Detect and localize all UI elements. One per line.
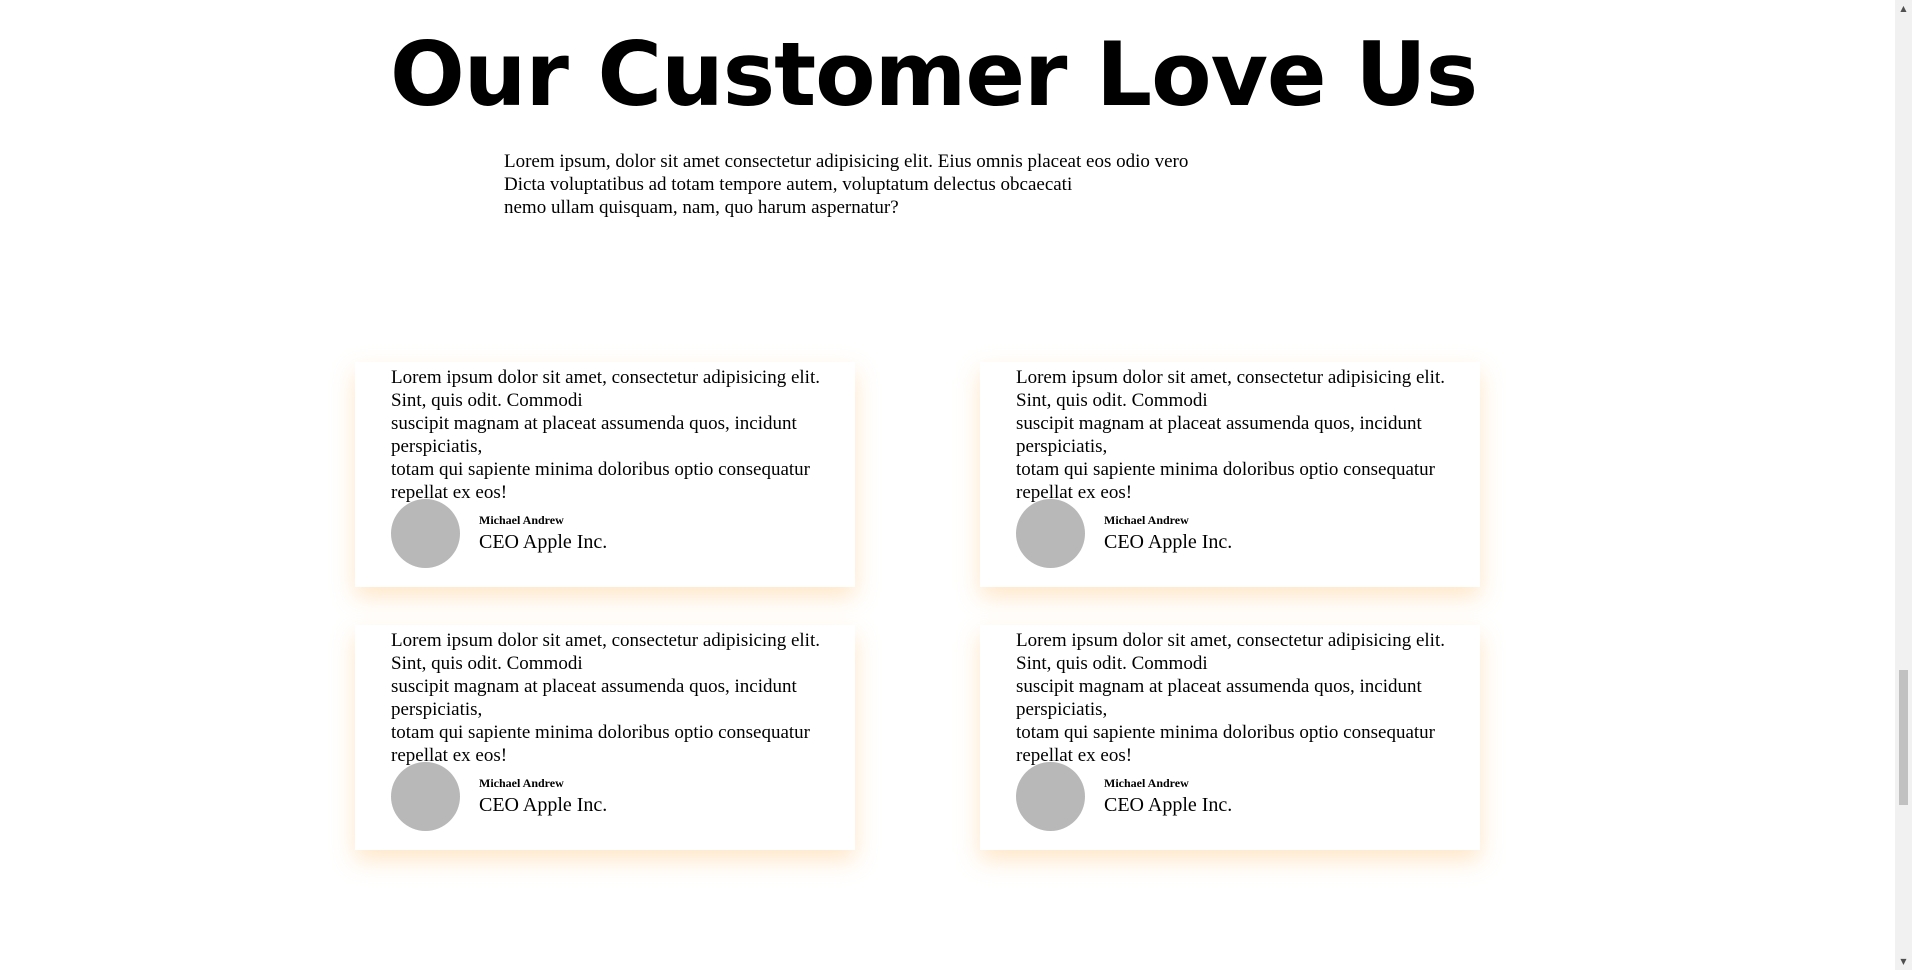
avatar [391, 762, 460, 831]
triangle-up-icon[interactable]: ▲ [1895, 0, 1912, 17]
section-intro: Lorem ipsum, dolor sit amet consectetur … [504, 150, 1304, 219]
avatar [1016, 762, 1085, 831]
testimonial-line: totam qui sapiente minima doloribus opti… [391, 722, 810, 743]
scrollbar-thumb[interactable] [1899, 670, 1908, 805]
testimonial-card: Lorem ipsum dolor sit amet, consectetur … [355, 625, 855, 850]
testimonial-line: Sint, quis odit. Commodi [391, 390, 583, 411]
avatar [1016, 499, 1085, 568]
author-name: Michael Andrew [1104, 776, 1189, 790]
testimonial-line: Lorem ipsum dolor sit amet, consectetur … [1016, 367, 1445, 388]
testimonial-line: totam qui sapiente minima doloribus opti… [1016, 722, 1435, 743]
testimonial-line: repellat ex eos! [1016, 745, 1133, 766]
triangle-down-icon[interactable]: ▼ [1895, 953, 1912, 970]
testimonial-line: totam qui sapiente minima doloribus opti… [1016, 459, 1435, 480]
testimonial-line: Lorem ipsum dolor sit amet, consectetur … [1016, 630, 1445, 651]
testimonial-line: perspiciatis, [1016, 699, 1108, 720]
author-role: CEO Apple Inc. [1104, 794, 1233, 816]
testimonial-line: perspiciatis, [1016, 436, 1108, 457]
author-role: CEO Apple Inc. [1104, 531, 1233, 553]
testimonial-text: Lorem ipsum dolor sit amet, consectetur … [1016, 366, 1480, 504]
author-name: Michael Andrew [1104, 513, 1189, 527]
vertical-scrollbar[interactable]: ▲ ▼ [1895, 0, 1912, 970]
testimonial-line: totam qui sapiente minima doloribus opti… [391, 459, 810, 480]
section-title: Our Customer Love Us [390, 23, 1478, 126]
author-role: CEO Apple Inc. [479, 794, 608, 816]
testimonial-line: perspiciatis, [391, 436, 483, 457]
testimonials-page: Our Customer Love Us Lorem ipsum, dolor … [0, 0, 1895, 970]
author-name: Michael Andrew [479, 776, 564, 790]
testimonial-card: Lorem ipsum dolor sit amet, consectetur … [355, 362, 855, 587]
author-role: CEO Apple Inc. [479, 531, 608, 553]
testimonial-line: Sint, quis odit. Commodi [1016, 390, 1208, 411]
testimonial-line: suscipit magnam at placeat assumenda quo… [391, 676, 797, 697]
testimonial-line: Sint, quis odit. Commodi [1016, 653, 1208, 674]
testimonial-text: Lorem ipsum dolor sit amet, consectetur … [391, 629, 855, 767]
testimonial-card: Lorem ipsum dolor sit amet, consectetur … [980, 362, 1480, 587]
testimonial-card: Lorem ipsum dolor sit amet, consectetur … [980, 625, 1480, 850]
author-name: Michael Andrew [479, 513, 564, 527]
testimonial-line: suscipit magnam at placeat assumenda quo… [391, 413, 797, 434]
testimonial-line: Lorem ipsum dolor sit amet, consectetur … [391, 630, 820, 651]
testimonial-line: Lorem ipsum dolor sit amet, consectetur … [391, 367, 820, 388]
testimonial-text: Lorem ipsum dolor sit amet, consectetur … [391, 366, 855, 504]
testimonial-line: perspiciatis, [391, 699, 483, 720]
intro-line: Dicta voluptatibus ad totam tempore aute… [504, 174, 1073, 195]
avatar [391, 499, 460, 568]
testimonial-line: suscipit magnam at placeat assumenda quo… [1016, 413, 1422, 434]
intro-line: nemo ullam quisquam, nam, quo harum aspe… [504, 197, 899, 218]
testimonial-line: suscipit magnam at placeat assumenda quo… [1016, 676, 1422, 697]
testimonial-line: repellat ex eos! [391, 482, 508, 503]
testimonial-line: Sint, quis odit. Commodi [391, 653, 583, 674]
testimonial-line: repellat ex eos! [391, 745, 508, 766]
intro-line: Lorem ipsum, dolor sit amet consectetur … [504, 151, 1189, 172]
testimonial-line: repellat ex eos! [1016, 482, 1133, 503]
testimonial-text: Lorem ipsum dolor sit amet, consectetur … [1016, 629, 1480, 767]
